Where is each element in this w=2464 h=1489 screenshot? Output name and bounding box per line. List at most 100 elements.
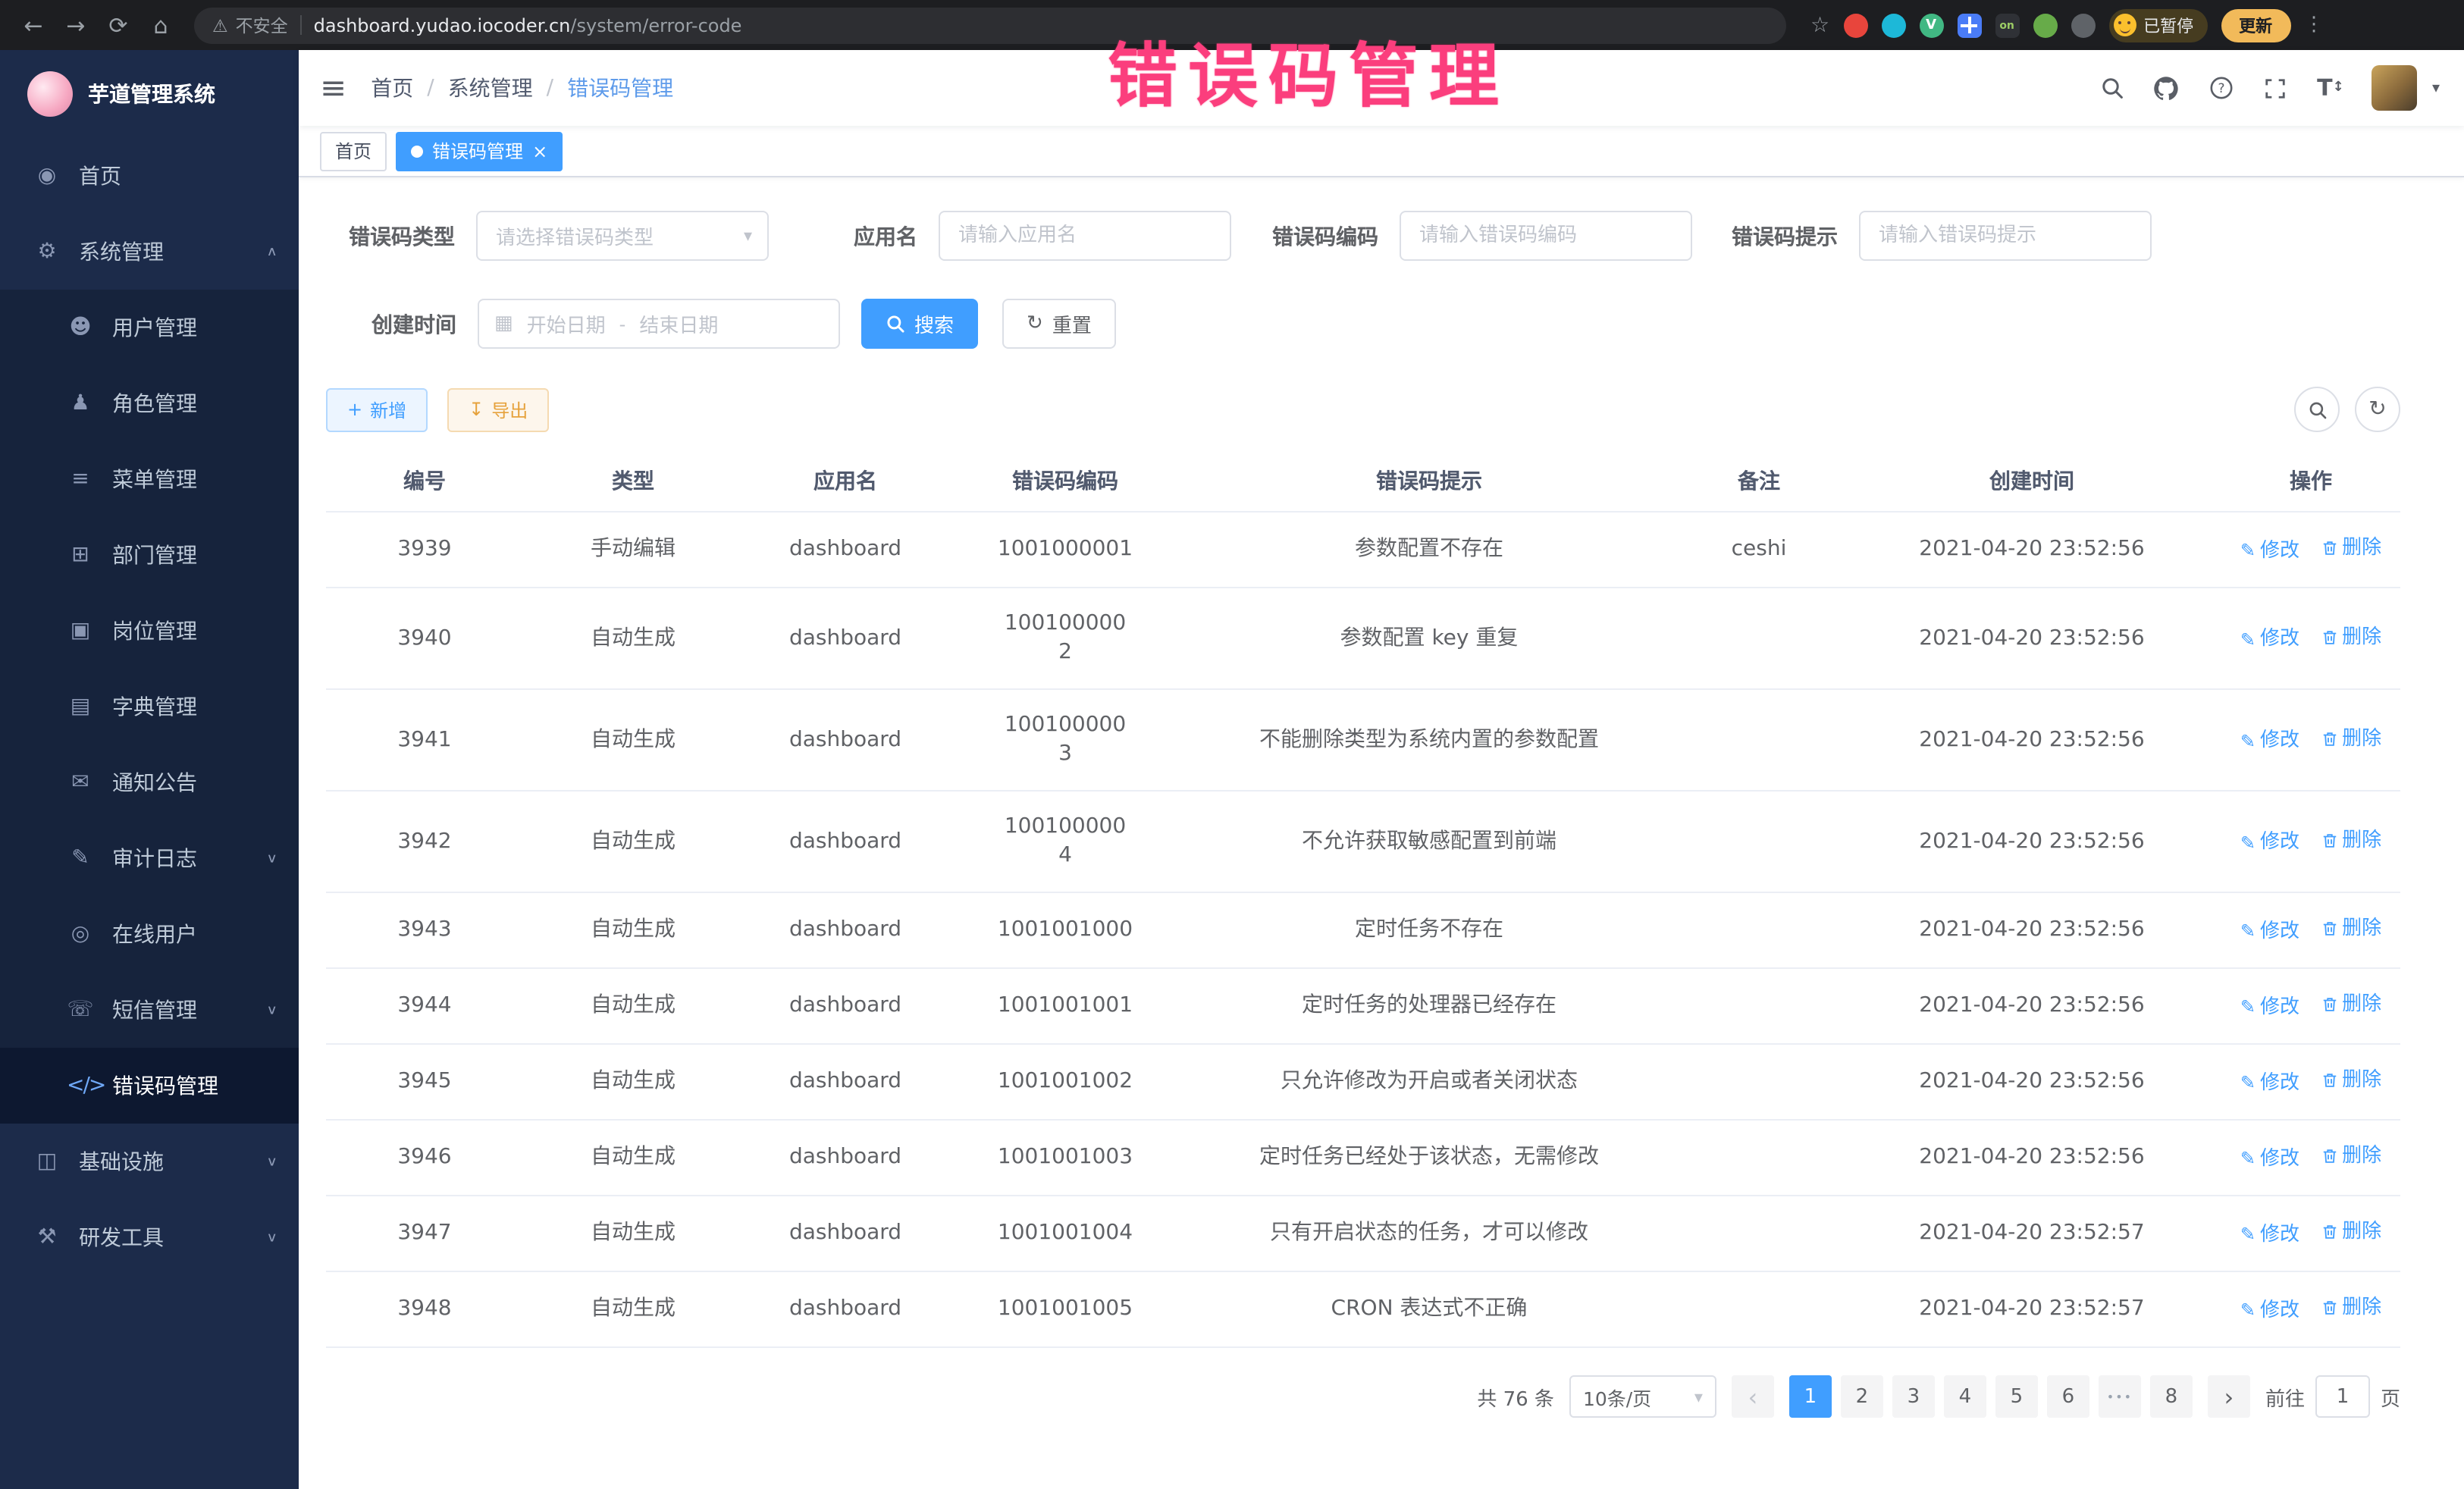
list-icon: ≡ bbox=[67, 467, 94, 491]
reset-button[interactable]: ↻ 重置 bbox=[1002, 299, 1116, 349]
edit-pencil-icon: ✎ bbox=[2240, 1301, 2256, 1319]
toggle-search-button[interactable] bbox=[2294, 387, 2340, 432]
page-button-2[interactable]: 2 bbox=[1841, 1375, 1883, 1418]
page-button-8[interactable]: 8 bbox=[2150, 1375, 2193, 1418]
edit-link[interactable]: ✎ 修改 bbox=[2240, 992, 2299, 1021]
error-type-select[interactable]: 请选择错误码类型 ▾ bbox=[476, 211, 769, 261]
browser-menu-icon[interactable]: ⋮ bbox=[2304, 14, 2324, 36]
cell-time: 2021-04-20 23:52:56 bbox=[1842, 512, 2221, 588]
page-button-6[interactable]: 6 bbox=[2047, 1375, 2089, 1418]
security-status[interactable]: ⚠ 不安全 bbox=[212, 13, 288, 37]
edit-link[interactable]: ✎ 修改 bbox=[2240, 1296, 2299, 1324]
sidebar-item-dept-management[interactable]: ⊞ 部门管理 bbox=[0, 517, 299, 593]
app-logo[interactable]: 芋道管理系统 bbox=[0, 50, 299, 138]
cell-app: dashboard bbox=[743, 1044, 948, 1120]
sidebar-item-online-users[interactable]: ◎ 在线用户 bbox=[0, 896, 299, 972]
browser-update-button[interactable]: 更新 bbox=[2221, 8, 2290, 42]
grid-extension-icon[interactable] bbox=[1957, 13, 1981, 37]
add-button[interactable]: + 新增 bbox=[326, 387, 428, 431]
pager-prev-button[interactable]: ‹ bbox=[1732, 1375, 1774, 1418]
cell-app: dashboard bbox=[743, 1271, 948, 1347]
edit-link[interactable]: ✎ 修改 bbox=[2240, 828, 2299, 857]
sidebar-item-role-management[interactable]: ♟ 角色管理 bbox=[0, 365, 299, 441]
sidebar-item-user-management[interactable]: ☻ 用户管理 bbox=[0, 290, 299, 365]
create-time-range-picker[interactable]: ▦ 开始日期 - 结束日期 bbox=[478, 299, 840, 349]
on-badge-extension-icon[interactable]: on bbox=[1995, 13, 2019, 37]
search-icon[interactable] bbox=[2089, 65, 2135, 111]
delete-link[interactable]: 删除 bbox=[2321, 534, 2381, 563]
refresh-table-button[interactable]: ↻ bbox=[2355, 387, 2400, 432]
pin-extension-icon[interactable] bbox=[2071, 13, 2095, 37]
delete-link[interactable]: 删除 bbox=[2321, 1142, 2381, 1171]
recorder-extension-icon[interactable] bbox=[1843, 13, 1867, 37]
edit-link[interactable]: ✎ 修改 bbox=[2240, 917, 2299, 945]
help-icon[interactable]: ? bbox=[2199, 65, 2244, 111]
browser-home-icon[interactable]: ⌂ bbox=[143, 7, 179, 43]
cell-type: 手动编辑 bbox=[523, 512, 743, 588]
profile-chip[interactable]: 已暂停 bbox=[2108, 8, 2207, 42]
sidebar-item-sms-management[interactable]: ☏ 短信管理 ∨ bbox=[0, 972, 299, 1048]
app-name-input[interactable] bbox=[939, 211, 1231, 261]
delete-link[interactable]: 删除 bbox=[2321, 1066, 2381, 1095]
browser-back-icon[interactable]: ← bbox=[15, 7, 52, 43]
goto-page-input[interactable] bbox=[2315, 1375, 2370, 1418]
edit-link[interactable]: ✎ 修改 bbox=[2240, 1220, 2299, 1249]
edit-link[interactable]: ✎ 修改 bbox=[2240, 536, 2299, 565]
search-button[interactable]: 搜索 bbox=[861, 299, 978, 349]
sidebar-item-home[interactable]: ◉ 首页 bbox=[0, 138, 299, 214]
edit-link[interactable]: ✎ 修改 bbox=[2240, 625, 2299, 654]
tab-error-code-management[interactable]: 错误码管理 × bbox=[396, 131, 563, 171]
browser-forward-icon[interactable]: → bbox=[58, 7, 94, 43]
github-icon[interactable] bbox=[2144, 65, 2190, 111]
edit-link[interactable]: ✎ 修改 bbox=[2240, 1144, 2299, 1173]
breadcrumb-separator: / bbox=[427, 76, 434, 100]
sidebar-item-dev-tools[interactable]: ⚒ 研发工具 ∨ bbox=[0, 1199, 299, 1275]
close-tab-icon[interactable]: × bbox=[532, 142, 547, 160]
page-size-select[interactable]: 10条/页 ▾ bbox=[1569, 1375, 1716, 1418]
page-button-5[interactable]: 5 bbox=[1995, 1375, 2038, 1418]
delete-link[interactable]: 删除 bbox=[2321, 914, 2381, 943]
sidebar-item-system-management[interactable]: ⚙ 系统管理 ∧ bbox=[0, 214, 299, 290]
page-button-4[interactable]: 4 bbox=[1944, 1375, 1986, 1418]
pager-next-button[interactable]: › bbox=[2208, 1375, 2250, 1418]
edit-link-label: 修改 bbox=[2260, 625, 2299, 654]
address-bar[interactable]: ⚠ 不安全 dashboard.yudao.iocoder.cn/system/… bbox=[194, 7, 1786, 43]
sidebar-toggle-icon[interactable]: ≡ bbox=[320, 72, 346, 104]
bookmark-star-icon[interactable]: ☆ bbox=[1810, 13, 1829, 37]
edit-link[interactable]: ✎ 修改 bbox=[2240, 1068, 2299, 1097]
delete-link[interactable]: 删除 bbox=[2321, 990, 2381, 1019]
sidebar-item-dict-management[interactable]: ▤ 字典管理 bbox=[0, 669, 299, 744]
export-button[interactable]: ↧ 导出 bbox=[447, 387, 549, 431]
page-button-3[interactable]: 3 bbox=[1892, 1375, 1935, 1418]
sidebar-item-menu-management[interactable]: ≡ 菜单管理 bbox=[0, 441, 299, 517]
delete-link[interactable]: 删除 bbox=[2321, 1293, 2381, 1322]
breadcrumb-system[interactable]: 系统管理 bbox=[448, 73, 533, 103]
browser-reload-icon[interactable]: ⟳ bbox=[100, 7, 136, 43]
cell-actions: ✎ 修改 删除 bbox=[2221, 588, 2400, 689]
error-code-input[interactable] bbox=[1400, 211, 1692, 261]
vue-devtools-extension-icon[interactable]: V bbox=[1919, 13, 1943, 37]
sidebar-item-error-code-management[interactable]: </> 错误码管理 bbox=[0, 1048, 299, 1124]
tab-home[interactable]: 首页 bbox=[320, 131, 387, 171]
profile-avatar-emoji bbox=[2113, 14, 2136, 36]
font-size-icon[interactable]: T↕ bbox=[2308, 65, 2353, 111]
leaf-extension-icon[interactable] bbox=[2033, 13, 2057, 37]
breadcrumb-home[interactable]: 首页 bbox=[371, 73, 413, 103]
user-avatar[interactable] bbox=[2372, 65, 2417, 111]
fullscreen-icon[interactable] bbox=[2253, 65, 2299, 111]
svg-text:?: ? bbox=[2218, 81, 2224, 96]
avatar-caret-icon[interactable]: ▾ bbox=[2432, 80, 2440, 96]
delete-link[interactable]: 删除 bbox=[2321, 826, 2381, 854]
delete-link[interactable]: 删除 bbox=[2321, 724, 2381, 753]
sidebar-item-notice[interactable]: ✉ 通知公告 bbox=[0, 744, 299, 820]
sidebar-item-audit-log[interactable]: ✎ 审计日志 ∨ bbox=[0, 820, 299, 896]
edit-link[interactable]: ✎ 修改 bbox=[2240, 726, 2299, 755]
drop-extension-icon[interactable] bbox=[1881, 13, 1905, 37]
pager-more-button[interactable]: ••• bbox=[2099, 1375, 2141, 1418]
delete-link[interactable]: 删除 bbox=[2321, 1218, 2381, 1246]
error-hint-input[interactable] bbox=[1859, 211, 2152, 261]
page-button-1[interactable]: 1 bbox=[1789, 1375, 1832, 1418]
delete-link[interactable]: 删除 bbox=[2321, 622, 2381, 651]
sidebar-item-infrastructure[interactable]: ◫ 基础设施 ∨ bbox=[0, 1124, 299, 1199]
sidebar-item-post-management[interactable]: ▣ 岗位管理 bbox=[0, 593, 299, 669]
